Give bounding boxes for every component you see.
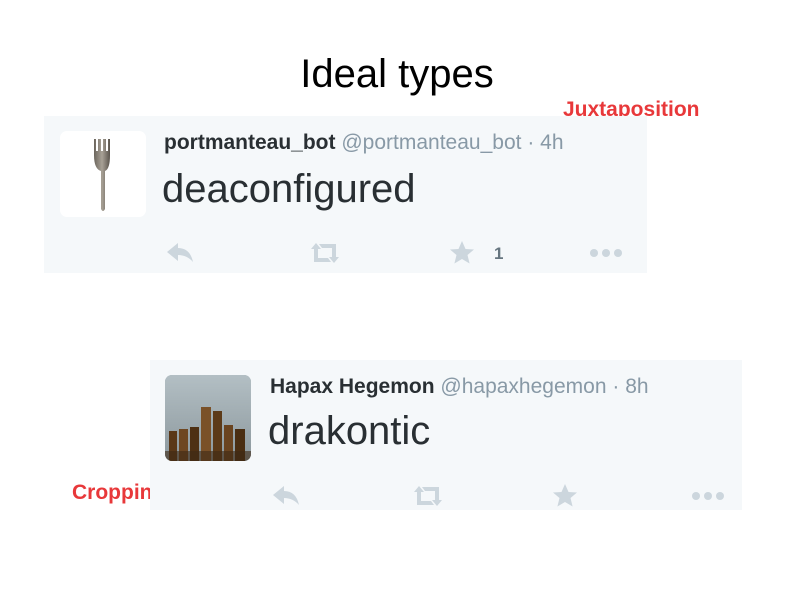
- timestamp[interactable]: 8h: [625, 375, 648, 398]
- separator: ·: [527, 131, 535, 154]
- more-icon: [692, 492, 724, 500]
- tweet-actions: [270, 481, 730, 511]
- handle[interactable]: @portmanteau_bot: [341, 131, 521, 154]
- retweet-icon: [414, 486, 442, 506]
- separator: ·: [612, 375, 620, 398]
- spork-icon: [94, 139, 110, 211]
- favorite-count: 1: [494, 244, 504, 263]
- more-icon: [590, 249, 622, 257]
- tweet-header: Hapax Hegemon @hapaxhegemon · 8h: [270, 374, 649, 400]
- timestamp[interactable]: 4h: [540, 131, 563, 154]
- retweet-button[interactable]: [307, 238, 343, 268]
- tweet-card-1[interactable]: portmanteau_bot @portmanteau_bot · 4h de…: [44, 116, 647, 273]
- tweet-header: portmanteau_bot @portmanteau_bot · 4h: [164, 130, 564, 156]
- star-icon: [553, 484, 577, 507]
- tweet-actions: 1: [164, 238, 634, 268]
- retweet-button[interactable]: [410, 481, 446, 511]
- handle[interactable]: @hapaxhegemon: [440, 375, 606, 398]
- more-button[interactable]: [588, 238, 626, 268]
- reply-icon: [167, 243, 193, 262]
- reply-button[interactable]: [270, 481, 302, 511]
- avatar-spork[interactable]: [60, 131, 146, 217]
- tweet-text: deaconfigured: [162, 167, 416, 211]
- star-icon: [450, 241, 474, 264]
- more-button[interactable]: [690, 481, 728, 511]
- avatar-wooden-posts[interactable]: [165, 375, 251, 461]
- tweet-card-2[interactable]: Hapax Hegemon @hapaxhegemon · 8h drakont…: [150, 360, 742, 510]
- tweet-text: drakontic: [268, 409, 431, 453]
- slide-title: Ideal types: [300, 52, 494, 96]
- retweet-icon: [311, 243, 339, 263]
- reply-icon: [273, 486, 299, 505]
- wooden-posts-photo: [165, 375, 251, 461]
- reply-button[interactable]: [164, 238, 196, 268]
- favorite-button[interactable]: [550, 481, 580, 511]
- display-name[interactable]: Hapax Hegemon: [270, 375, 435, 398]
- display-name[interactable]: portmanteau_bot: [164, 131, 336, 154]
- favorite-button[interactable]: [447, 238, 477, 268]
